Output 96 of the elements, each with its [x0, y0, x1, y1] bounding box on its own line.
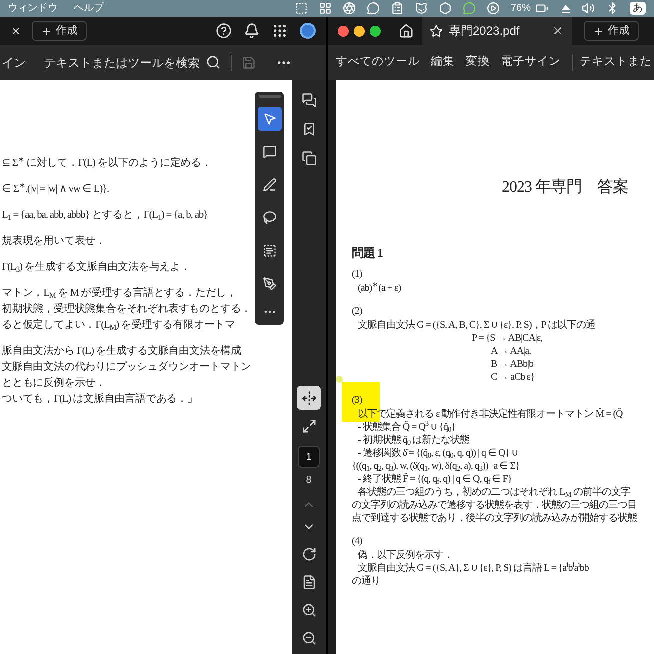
document-line: の文字列の読み込みで遷移する状態を表す．状態の三つ組の三つ目 — [352, 499, 638, 512]
bluetooth-icon[interactable] — [606, 2, 619, 15]
tab-title: 専門2023.pdf — [449, 23, 521, 40]
plus-icon — [41, 26, 52, 36]
app-square-icon[interactable] — [294, 2, 308, 15]
comments-icon — [302, 92, 316, 108]
menu-item[interactable]: ヘルプ — [74, 1, 104, 16]
home-icon[interactable] — [399, 24, 414, 38]
pen-nib-icon — [262, 277, 276, 291]
document-line: - 終了状態 F̂ = {(q, q$_{f}$, q) | q ∈ Q, q$_{f}$ ∈ F} — [357, 473, 514, 486]
document-line: ついても，Γ(L) は文脈自由言語である．」 — [2, 392, 198, 407]
search-field[interactable]: テキストまた — [580, 54, 652, 72]
help-icon[interactable] — [216, 23, 232, 39]
document-line: ⊆ Σ$^{∗}$ に対して，Γ(L) を以下のように定める． — [2, 156, 212, 171]
document-line: の通り — [352, 575, 382, 588]
document-line: C → aCb|ε} — [490, 371, 536, 384]
text-box-icon — [262, 244, 276, 258]
question-number: (4) — [352, 535, 362, 549]
fit-page-button[interactable] — [297, 386, 321, 410]
document-line: 文脈自由文法 G = ({S, A, B, C}, Σ ∪ {ε}, P, S)，P は以下の通 — [357, 319, 597, 332]
close-icon[interactable] — [552, 25, 564, 37]
widgets-icon[interactable] — [318, 2, 332, 15]
pages-icon — [302, 150, 316, 166]
document-tab[interactable]: 専門2023.pdf — [422, 17, 572, 45]
document-line: 各状態の三つ組のうち，初めの二つはそれぞれ L$_{M}$ の前半の文字 — [357, 486, 632, 499]
pen-icon — [262, 178, 276, 192]
document-line: B → ABb|b — [490, 358, 535, 371]
plus-icon — [593, 26, 604, 36]
bell-icon[interactable] — [244, 23, 260, 39]
question-number: (2) — [352, 305, 362, 319]
chat-bubbles-icon[interactable] — [366, 2, 380, 15]
window-minimize-button[interactable] — [354, 26, 365, 36]
section-heading: 問題 1 — [352, 245, 383, 262]
document-line: (ab)$^{∗}$(a + ε) — [357, 282, 402, 295]
document-line: - 状態集合 Q̂ = Q$^{3}$ ∪ {q̂$_{0}$} — [357, 421, 457, 434]
cat-icon[interactable] — [414, 2, 428, 15]
document-line: 文脈自由文法の代わりにプッシュダウンオートマトン — [2, 360, 252, 375]
toolbar-tool[interactable]: 電子サイン — [501, 54, 561, 72]
document-line: 点で到達する状態であり，後半の文字列の読み込みが開始する状態 — [352, 512, 638, 525]
toolbar-tool[interactable]: イン — [0, 54, 26, 72]
aperture-icon[interactable] — [342, 2, 356, 15]
bookmarks-icon — [302, 122, 316, 136]
pointer-tool[interactable] — [258, 107, 282, 131]
search-icon[interactable] — [206, 55, 221, 70]
volume-icon[interactable] — [582, 2, 595, 15]
document-line: 初期状態，受理状態集合をそれぞれ表すものとする． — [2, 302, 252, 317]
window-close-button[interactable] — [338, 26, 349, 36]
toolbar-tool[interactable]: 編集 — [431, 54, 455, 72]
account-avatar[interactable] — [300, 23, 316, 39]
page-number-field[interactable]: 1 — [298, 446, 320, 468]
battery-icon[interactable] — [534, 2, 550, 15]
hexagon-icon[interactable] — [438, 2, 452, 15]
apps-grid-icon[interactable] — [272, 23, 288, 39]
clipboard-icon[interactable] — [390, 2, 404, 15]
document-line: 文脈自由文法 G = ({S, A}, Σ ∪ {ε}, P, S) は言語 L = {a$^{i}$b$^{i}$a$^{i}$bb — [357, 562, 590, 575]
document-line: ∈ Σ$^{∗}$.(|v| = |w| ∧ vw ∈ L)}. — [2, 182, 109, 197]
play-icon[interactable] — [486, 2, 500, 15]
document-line: P = {S → AB|CA|ε, — [471, 332, 544, 345]
page-count: 8 — [306, 474, 312, 488]
lasso-icon — [262, 211, 276, 225]
question-number: (1) — [352, 268, 362, 282]
document-line: ると仮定してよい．Γ(L$_{M}$) を受理する有限オートマ — [2, 318, 236, 334]
document-line: - 遷移関数 δ̂ = {(q̂$_{0}$, ε, (q$_{0}$, q, q)) | q ∈ Q} ∪ — [357, 447, 520, 460]
battery-percent: 76% — [510, 2, 531, 16]
document-line: A → AA|a, — [490, 345, 532, 358]
eject-icon[interactable] — [561, 4, 571, 14]
document-line: 偽．以下反例を示す． — [357, 549, 454, 562]
input-method-indicator[interactable]: あ — [630, 2, 646, 15]
document-line: - 初期状態 q̂$_{0}$ は新たな状態 — [357, 434, 471, 447]
rotate-icon — [302, 546, 316, 562]
document-line: 規表現を用いて表せ． — [2, 234, 106, 249]
document-icon — [302, 574, 316, 590]
new-tab-button[interactable]: 作成 — [584, 21, 639, 41]
new-tab-button[interactable]: 作成 — [32, 21, 88, 41]
toolbar-tool[interactable]: すべてのツール — [336, 54, 420, 72]
zoom-out-icon — [302, 630, 316, 646]
document-title: 2023 年専門 答案 — [502, 177, 628, 198]
document-line: マトン，L$_{M}$ を M が受理する言語とする．ただし， — [2, 286, 238, 302]
search-field[interactable]: テキストまたはツールを検索 — [44, 54, 200, 72]
document-line: Γ(L$_{3}$) を生成する文脈自由文法を与えよ． — [2, 260, 191, 276]
comment-icon — [262, 145, 276, 159]
document-line: L$_{1}$ = {aa, ba, abb, abbb} とすると，Γ(L$_{1}$) = {a, b, ab} — [2, 209, 208, 224]
zoom-in-icon — [302, 602, 316, 618]
fit-page-icon — [302, 390, 316, 406]
window-zoom-button[interactable] — [370, 26, 381, 36]
pointer-icon — [262, 112, 276, 126]
save-icon[interactable] — [242, 56, 256, 70]
document-line: とともに反例を示せ． — [2, 376, 106, 391]
menu-item[interactable]: ウィンドウ — [8, 1, 58, 16]
document-line: {((q$_{1}$, q$_{2}$, q$_{3}$), w, (δ(q$_{1}$, w), δ(q$_{2}$, a), q$_{3}$)) | a ∈ Σ} — [352, 460, 521, 473]
star-icon[interactable] — [430, 24, 443, 38]
expand-icon — [302, 418, 316, 434]
question-number: (3) — [352, 394, 362, 408]
toolbar-tool[interactable]: 変換 — [466, 54, 490, 72]
tab-close-button[interactable]: × — [12, 20, 20, 42]
document-line: 脈自由文法から Γ(L) を生成する文脈自由文法を構成 — [2, 344, 242, 359]
